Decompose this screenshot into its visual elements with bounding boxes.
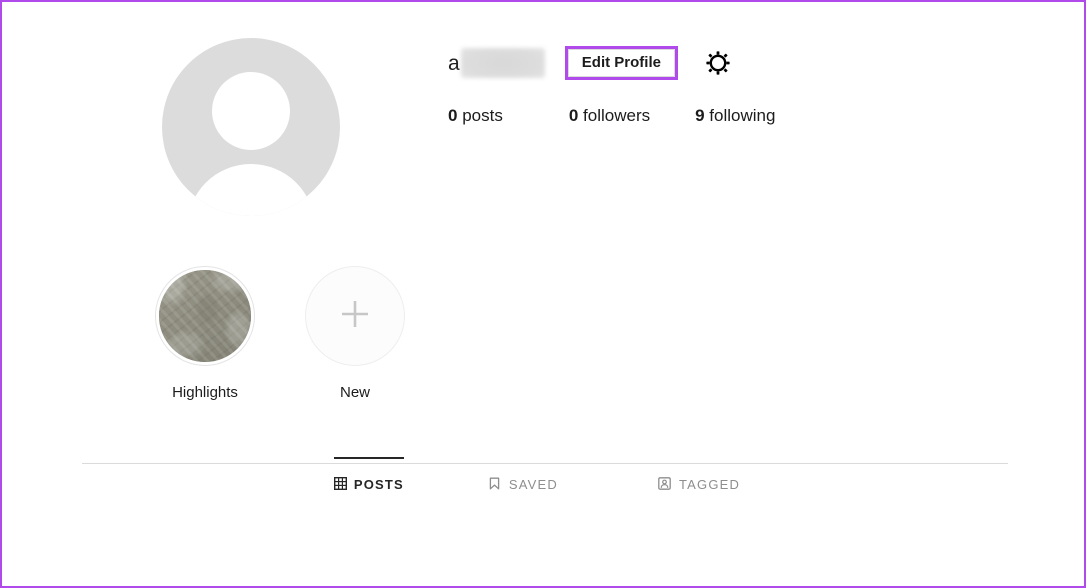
gear-icon[interactable] (704, 49, 732, 77)
profile-stats: 0 posts 0 followers 9 following (448, 106, 775, 126)
username-text: a (448, 51, 460, 75)
highlight-label: New (339, 384, 370, 401)
highlight-thumbnail-image (159, 270, 251, 362)
plus-icon (333, 292, 377, 341)
username: a (448, 46, 545, 80)
screenshot-frame: a Edit Profile 0 posts 0 followers 9 fol… (0, 0, 1086, 588)
stat-followers-label: followers (578, 106, 651, 125)
story-highlights: Highlights New (130, 266, 430, 401)
stat-followers[interactable]: 0 followers (569, 106, 650, 126)
grid-icon (333, 476, 347, 490)
edit-profile-button[interactable]: Edit Profile (567, 49, 675, 77)
stat-following-value: 9 (695, 106, 705, 125)
stat-posts-label: posts (457, 106, 503, 125)
profile-header: a Edit Profile (448, 46, 732, 80)
tab-saved[interactable]: SAVED (472, 457, 574, 509)
tab-tagged[interactable]: TAGGED (642, 457, 756, 509)
add-highlight-circle (305, 266, 405, 366)
highlight-label: Highlights (172, 384, 238, 401)
avatar-body-shape (187, 164, 315, 216)
tab-tagged-label: TAGGED (678, 476, 741, 492)
stat-posts: 0 posts (448, 106, 503, 126)
damask-pattern (159, 270, 251, 362)
annotation-highlight-box: Edit Profile (564, 46, 678, 80)
avatar-head-shape (212, 72, 290, 150)
default-avatar-icon (162, 38, 340, 216)
tab-posts-label: POSTS (353, 476, 404, 492)
username-redaction-blur (460, 48, 545, 78)
highlight-thumbnail-ring (155, 266, 255, 366)
avatar[interactable] (162, 38, 340, 216)
highlight-item-new[interactable]: New (280, 266, 430, 401)
stat-followers-value: 0 (568, 106, 579, 125)
stat-following[interactable]: 9 following (695, 106, 775, 126)
tab-saved-label: SAVED (508, 476, 558, 492)
tagged-person-icon (658, 476, 672, 490)
stat-following-label: following (704, 106, 776, 125)
bookmark-icon (488, 476, 502, 490)
highlight-item-highlights[interactable]: Highlights (130, 266, 280, 401)
profile-tabs: POSTS SAVED TAGGED (82, 457, 1008, 517)
tab-posts[interactable]: POSTS (333, 457, 404, 509)
